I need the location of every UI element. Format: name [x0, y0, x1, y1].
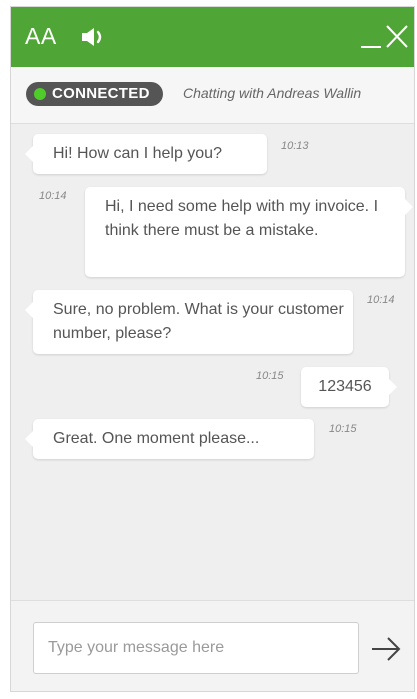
close-icon[interactable] [384, 21, 410, 51]
arrow-right-icon [372, 637, 401, 661]
message-timestamp: 10:15 [256, 370, 284, 382]
agent-message: Sure, no problem. What is your customer … [25, 290, 353, 354]
minimize-icon[interactable] [360, 21, 382, 51]
chat-footer [11, 600, 414, 691]
chat-header: AA [11, 7, 414, 67]
status-badge: CONNECTED [26, 82, 163, 106]
agent-message: Hi! How can I help you? [25, 134, 267, 174]
font-size-button[interactable]: AA [25, 22, 57, 50]
status-dot-icon [34, 88, 46, 100]
status-bar: CONNECTED Chatting with Andreas Wallin [11, 67, 414, 124]
message-timestamp: 10:14 [367, 294, 395, 306]
message-timestamp: 10:15 [329, 423, 357, 435]
message-list[interactable]: Hi! How can I help you? 10:13 10:14 Hi, … [11, 124, 414, 600]
status-label: CONNECTED [52, 85, 150, 102]
agent-message: Great. One moment please... [25, 419, 314, 459]
message-timestamp: 10:14 [39, 190, 67, 202]
chat-widget: AA CONNECTED Chatting with Andreas Walli… [10, 6, 415, 692]
message-timestamp: 10:13 [281, 140, 309, 152]
user-message: Hi, I need some help with my invoice. I … [85, 187, 413, 277]
message-input[interactable] [33, 622, 359, 674]
user-message: 123456 [301, 367, 397, 407]
agent-name-text: Chatting with Andreas Wallin [183, 85, 362, 101]
send-button[interactable] [369, 634, 403, 664]
speaker-icon[interactable] [81, 27, 109, 47]
